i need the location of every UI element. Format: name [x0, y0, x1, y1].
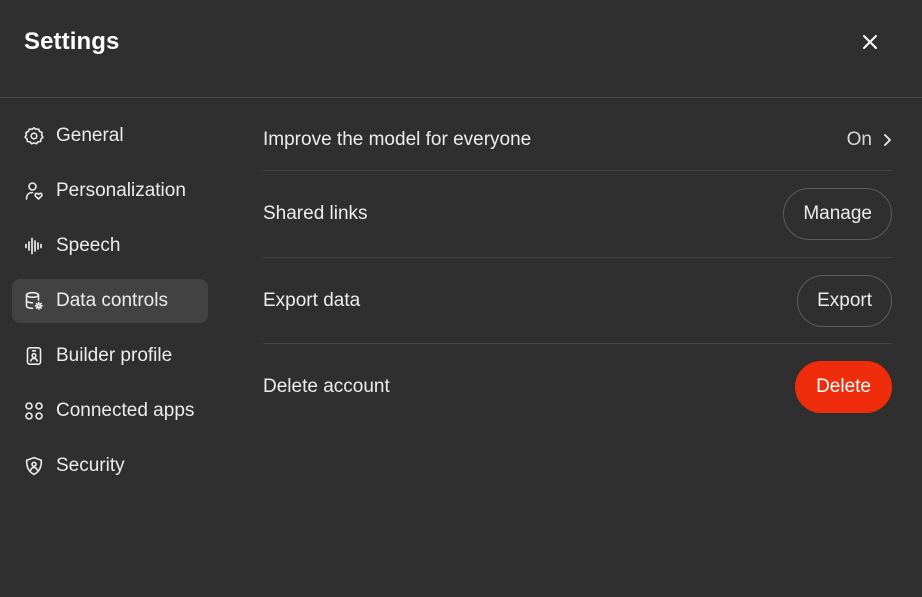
sidebar-item-connected-apps[interactable]: Connected apps [12, 389, 208, 433]
close-button[interactable] [852, 24, 888, 60]
close-icon [861, 33, 879, 51]
sidebar-item-label: Personalization [56, 180, 186, 201]
dialog-title: Settings [24, 28, 120, 55]
settings-dialog: Settings General Personalization Speech … [0, 0, 922, 597]
chevron-right-icon [882, 132, 892, 148]
apps-grid-icon [24, 401, 44, 421]
id-badge-icon [24, 346, 44, 366]
shared-links-row: Shared links Manage [263, 171, 892, 258]
sidebar-item-speech[interactable]: Speech [12, 224, 208, 268]
improve-model-value: On [846, 129, 872, 150]
manage-button[interactable]: Manage [783, 188, 892, 240]
data-controls-panel: Improve the model for everyone On Shared… [263, 110, 892, 430]
database-gear-icon [24, 291, 44, 311]
sidebar-item-personalization[interactable]: Personalization [12, 169, 208, 213]
sidebar-item-label: Data controls [56, 290, 168, 311]
shared-links-label: Shared links [263, 203, 368, 224]
improve-model-label: Improve the model for everyone [263, 129, 532, 150]
delete-button[interactable]: Delete [795, 361, 892, 413]
delete-account-label: Delete account [263, 376, 390, 397]
sidebar-item-label: Builder profile [56, 345, 173, 366]
export-button[interactable]: Export [797, 274, 892, 327]
improve-model-row: Improve the model for everyone On [263, 110, 892, 171]
dialog-header: Settings [0, 0, 922, 98]
gear-icon [24, 126, 44, 146]
export-data-label: Export data [263, 289, 361, 311]
sidebar-item-security[interactable]: Security [12, 444, 208, 488]
sidebar-item-data-controls[interactable]: Data controls [12, 279, 208, 323]
waveform-icon [24, 236, 44, 256]
delete-account-row: Delete account Delete [263, 344, 892, 430]
sidebar-item-builder-profile[interactable]: Builder profile [12, 334, 208, 378]
sidebar-item-label: General [56, 125, 124, 146]
settings-sidebar: General Personalization Speech Data cont… [12, 114, 208, 499]
shield-icon [24, 456, 44, 476]
improve-model-toggle[interactable]: On [847, 129, 892, 151]
sidebar-item-general[interactable]: General [12, 114, 208, 158]
sidebar-item-label: Connected apps [56, 400, 195, 421]
person-heart-icon [24, 181, 44, 201]
sidebar-item-label: Security [56, 455, 125, 476]
sidebar-item-label: Speech [56, 235, 121, 256]
export-data-row: Export data Export [263, 258, 892, 344]
